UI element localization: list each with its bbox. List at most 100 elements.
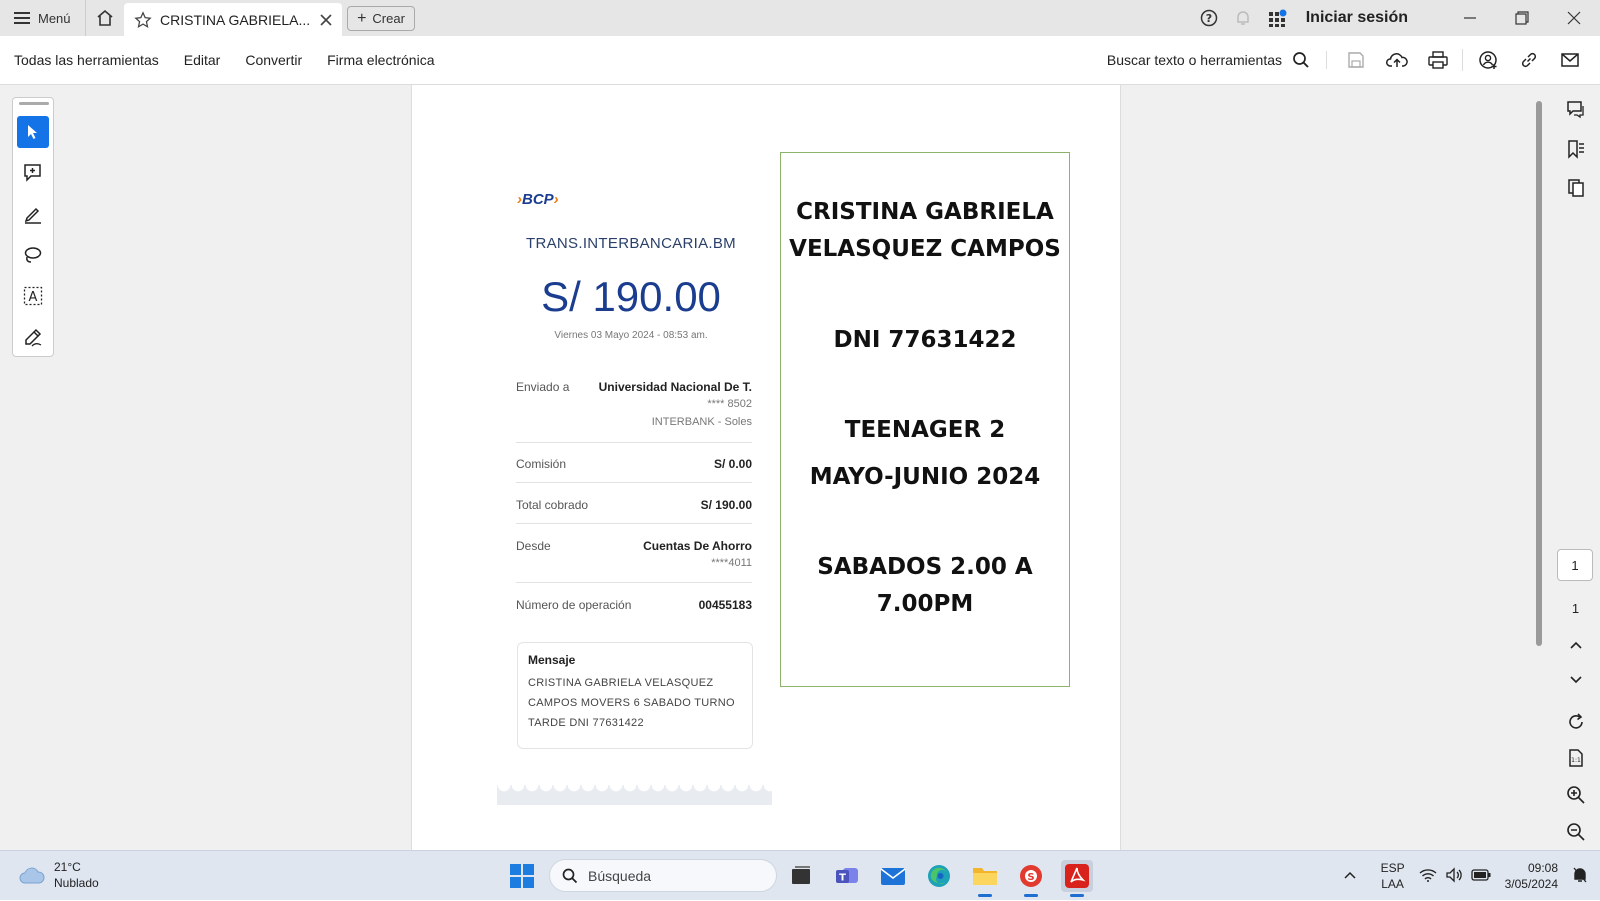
clock-time: 09:08 xyxy=(1527,861,1558,875)
highlight-tool[interactable] xyxy=(17,198,49,230)
pages-thumbnails-icon[interactable] xyxy=(1551,178,1600,198)
signin-button[interactable]: Iniciar sesión xyxy=(1306,9,1408,27)
close-tab-icon[interactable] xyxy=(320,13,332,26)
page-up-icon[interactable] xyxy=(1551,640,1600,650)
svg-text:T: T xyxy=(839,873,846,884)
bell-icon[interactable] xyxy=(1226,9,1260,27)
share-user-icon[interactable] xyxy=(1467,50,1508,70)
transfer-amount: S/ 190.00 xyxy=(541,273,721,320)
close-window-icon[interactable] xyxy=(1548,11,1600,25)
page-fit-icon[interactable]: 1:1 xyxy=(1551,748,1600,768)
message-body: CRISTINA GABRIELA VELASQUEZ CAMPOS MOVER… xyxy=(528,677,735,729)
svg-text:?: ? xyxy=(1206,12,1212,25)
divider xyxy=(516,523,752,524)
comment-tool[interactable] xyxy=(17,157,49,189)
wifi-icon[interactable] xyxy=(1419,868,1437,885)
apps-grid-icon[interactable] xyxy=(1260,8,1294,28)
rotate-icon[interactable] xyxy=(1551,712,1600,732)
title-bar: Menú CRISTINA GABRIELA... + Crear ? Inic… xyxy=(0,0,1600,36)
current-page-input[interactable]: 1 xyxy=(1557,549,1593,581)
volume-icon[interactable] xyxy=(1445,866,1463,886)
operation-label: Número de operación xyxy=(516,598,632,612)
acrobat-icon[interactable] xyxy=(1061,860,1093,897)
student-dni: DNI 77631422 xyxy=(833,327,1017,353)
home-button[interactable] xyxy=(84,0,125,36)
sent-to-account: **** 8502 xyxy=(707,398,752,410)
file-explorer-icon[interactable] xyxy=(969,860,1001,897)
signature-pen-icon xyxy=(25,328,42,347)
panel-grip[interactable] xyxy=(19,102,49,105)
app-red-icon[interactable]: S xyxy=(1015,860,1047,897)
divider xyxy=(516,582,752,583)
start-button[interactable] xyxy=(509,863,535,894)
create-label: Crear xyxy=(372,11,405,26)
convert-menu[interactable]: Convertir xyxy=(245,52,302,68)
from-row: Desde Cuentas De Ahorro ****4011 xyxy=(516,539,752,575)
star-icon[interactable] xyxy=(134,10,152,29)
document-canvas: A ›BCP› TRANS.INTERBANCARIA.BM S/ 190.00… xyxy=(0,85,1600,850)
search-tools-label: Buscar texto o herramientas xyxy=(1106,52,1282,68)
zoom-out-icon[interactable] xyxy=(1551,822,1600,842)
total-label: Total cobrado xyxy=(516,498,589,512)
clock[interactable]: 09:08 3/05/2024 xyxy=(1505,860,1558,892)
main-toolbar: Todas las herramientas Editar Convertir … xyxy=(0,36,1600,85)
weather-widget[interactable]: 21°C Nublado xyxy=(18,859,99,891)
operation-row: Número de operación 00455183 xyxy=(516,598,752,616)
document-tab[interactable]: CRISTINA GABRIELA... xyxy=(124,3,342,36)
pen-icon xyxy=(24,207,41,224)
lasso-icon xyxy=(24,247,42,263)
show-hidden-icons-chevron-up-icon[interactable] xyxy=(1343,869,1357,883)
comments-panel-icon[interactable] xyxy=(1551,100,1600,120)
windows-logo-icon xyxy=(510,864,534,888)
help-icon[interactable]: ? xyxy=(1192,9,1226,27)
course-period: MAYO-JUNIO 2024 xyxy=(809,464,1041,490)
select-tool[interactable] xyxy=(17,116,49,148)
add-comment-icon xyxy=(24,164,41,182)
taskbar-search-placeholder: Búsqueda xyxy=(588,867,652,884)
weather-temp: 21°C xyxy=(54,860,81,874)
divider xyxy=(516,442,752,443)
sent-to-label: Enviado a xyxy=(516,380,570,394)
create-button[interactable]: + Crear xyxy=(347,6,415,31)
search-tools-button[interactable]: Buscar texto o herramientas xyxy=(1107,51,1327,69)
text-box-tool[interactable]: A xyxy=(17,280,49,312)
clock-date: 3/05/2024 xyxy=(1504,877,1558,891)
mail-icon[interactable] xyxy=(1549,52,1590,68)
message-title: Mensaje xyxy=(528,653,576,667)
zoom-in-icon[interactable] xyxy=(1551,785,1600,805)
teams-icon[interactable]: T xyxy=(831,860,863,892)
taskbar-search[interactable]: Búsqueda xyxy=(549,859,777,892)
task-view-icon[interactable] xyxy=(785,860,817,892)
sent-to-name: Universidad Nacional De T. xyxy=(598,380,752,394)
from-value: Cuentas De Ahorro xyxy=(643,539,752,553)
e-sign-menu[interactable]: Firma electrónica xyxy=(327,52,434,68)
vertical-scrollbar[interactable] xyxy=(1536,101,1542,646)
notifications-bell-icon[interactable] xyxy=(1572,866,1588,887)
schedule-line2: 7.00PM xyxy=(876,591,974,617)
input-language[interactable]: ESP LAA xyxy=(1381,860,1405,892)
upload-cloud-icon[interactable] xyxy=(1376,51,1417,69)
edge-icon[interactable] xyxy=(923,860,955,892)
menu-button[interactable]: Menú xyxy=(0,0,85,36)
sent-to-bank: INTERBANK - Soles xyxy=(651,416,752,428)
sign-tool[interactable] xyxy=(17,321,49,353)
save-icon[interactable] xyxy=(1335,51,1376,69)
commission-value: S/ 0.00 xyxy=(713,457,752,471)
message-box: Mensaje CRISTINA GABRIELA VELASQUEZ CAMP… xyxy=(517,642,753,749)
commission-label: Comisión xyxy=(516,457,567,471)
restore-icon[interactable] xyxy=(1496,11,1548,25)
draw-tool[interactable] xyxy=(17,239,49,271)
link-icon[interactable] xyxy=(1508,51,1549,69)
mail-app-icon[interactable] xyxy=(877,860,909,892)
edit-menu[interactable]: Editar xyxy=(184,52,221,68)
svg-text:S: S xyxy=(1027,872,1034,883)
cursor-icon xyxy=(28,125,37,139)
print-icon[interactable] xyxy=(1417,51,1458,69)
battery-icon[interactable] xyxy=(1470,868,1491,884)
all-tools-menu[interactable]: Todas las herramientas xyxy=(14,52,159,68)
weather-desc: Nublado xyxy=(54,876,99,890)
bookmarks-icon[interactable] xyxy=(1551,139,1600,159)
minimize-icon[interactable] xyxy=(1444,11,1496,25)
search-icon xyxy=(1293,52,1309,68)
page-down-icon[interactable] xyxy=(1551,675,1600,685)
